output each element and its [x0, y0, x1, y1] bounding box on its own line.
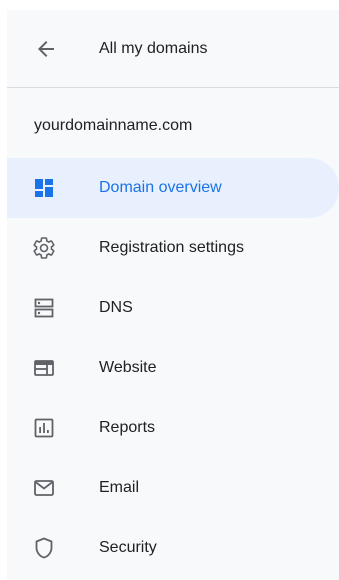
website-icon	[32, 356, 56, 380]
nav-item-label: Domain overview	[99, 179, 222, 196]
nav-item-label: Reports	[99, 419, 156, 436]
nav-item-registration-settings[interactable]: Registration settings	[7, 218, 339, 278]
nav-item-label: Website	[99, 359, 157, 376]
nav-item-label: DNS	[99, 299, 133, 316]
divider	[7, 87, 339, 88]
nav-item-label: Registration settings	[99, 239, 244, 256]
nav-item-website[interactable]: Website	[7, 338, 339, 398]
nav-item-dns[interactable]: DNS	[7, 278, 339, 338]
nav-item-label: Email	[99, 479, 140, 496]
domain-name-label: yourdomainname.com	[34, 117, 193, 134]
nav-item-reports[interactable]: Reports	[7, 398, 339, 458]
mail-icon	[32, 476, 56, 500]
chart-icon	[32, 416, 56, 440]
nav-item-label: Security	[99, 539, 157, 556]
nav-item-security[interactable]: Security	[7, 518, 339, 578]
sidebar: All my domains yourdomainname.com Domain…	[7, 10, 339, 580]
nav-item-domain-overview[interactable]: Domain overview	[7, 158, 339, 218]
dashboard-icon	[32, 176, 56, 200]
back-to-all-domains-link[interactable]: All my domains	[7, 10, 339, 87]
dns-icon	[32, 296, 56, 320]
nav-menu: Domain overview Registration settings DN…	[7, 158, 339, 578]
nav-item-email[interactable]: Email	[7, 458, 339, 518]
shield-icon	[32, 536, 56, 560]
back-link-label[interactable]: All my domains	[99, 39, 207, 59]
arrow-back-icon[interactable]	[34, 37, 58, 61]
gear-icon	[32, 236, 56, 260]
